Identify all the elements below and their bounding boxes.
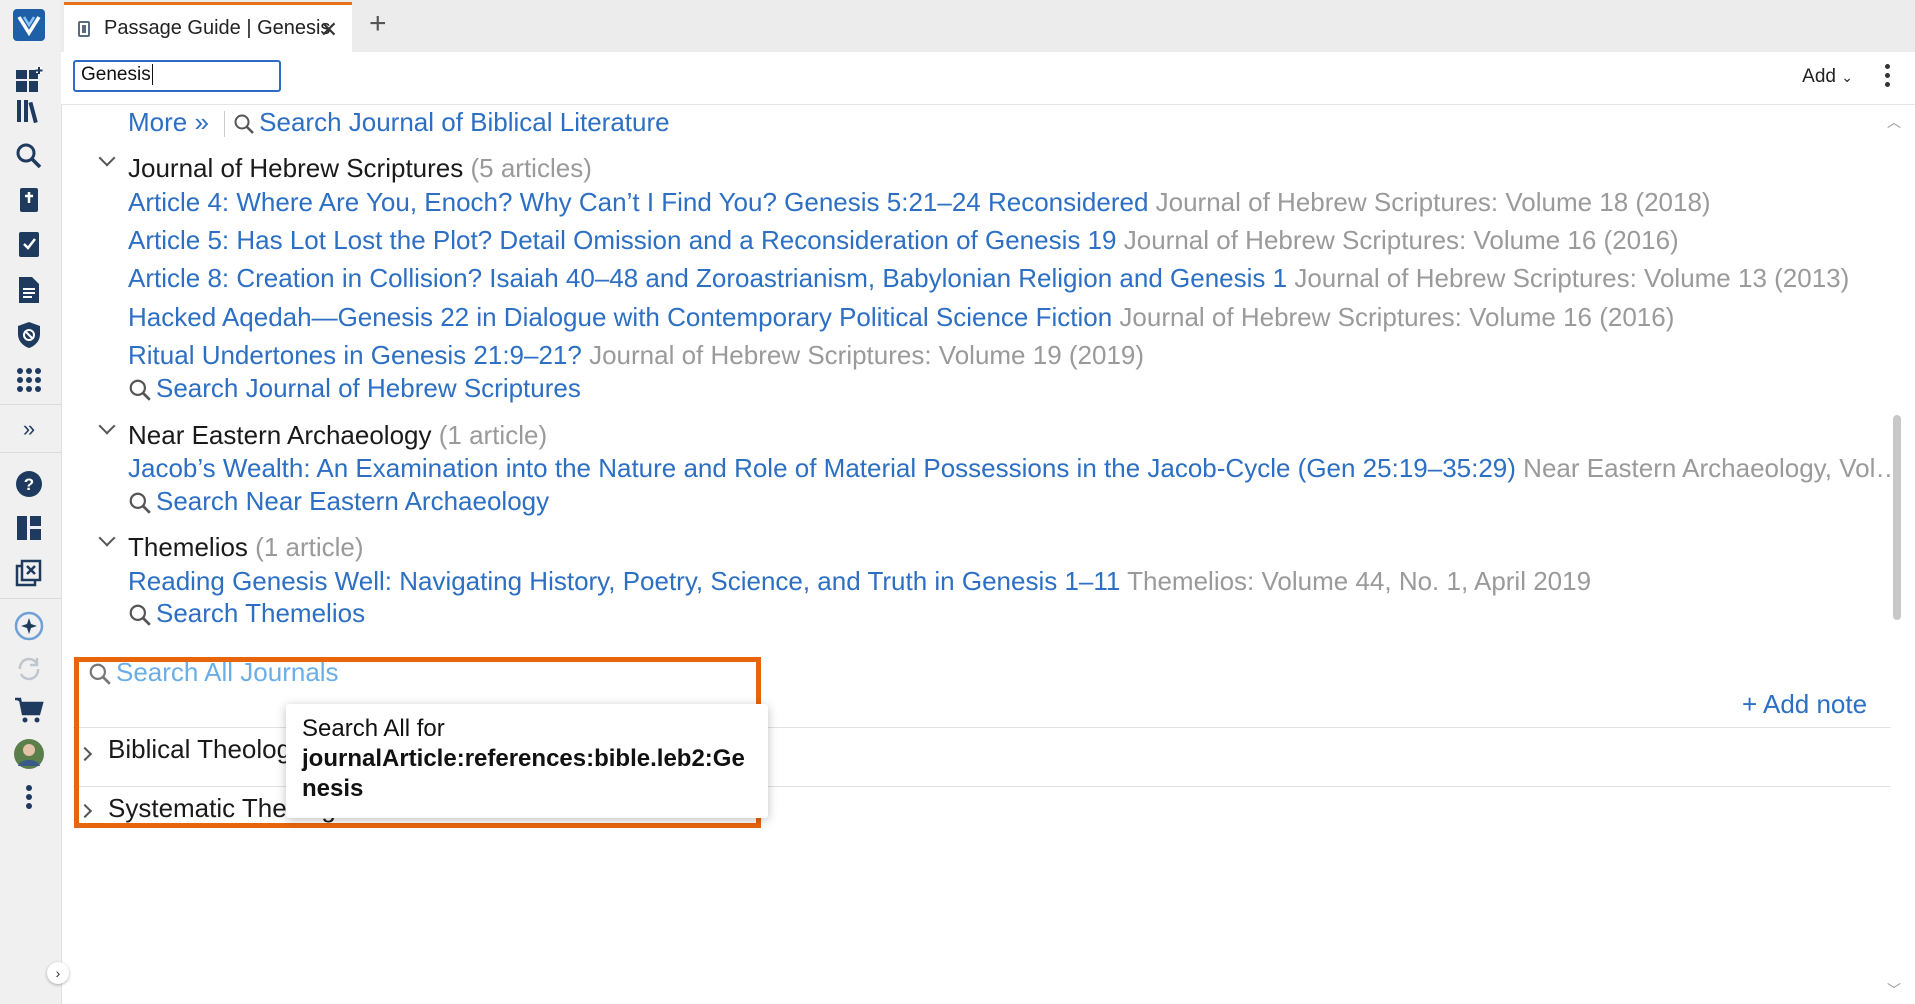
search-jbl-link[interactable]: Search Journal of Biblical Literature	[233, 107, 670, 137]
search-icon	[129, 492, 151, 514]
scroll-down-icon[interactable]: ﹀	[1887, 980, 1901, 1000]
document-icon	[78, 20, 90, 37]
divider	[224, 111, 226, 138]
scrollbar-thumb[interactable]	[1893, 415, 1901, 620]
article-count: (1 article)	[438, 420, 548, 450]
article-source: Journal of Hebrew Scriptures: Volume 19 …	[589, 340, 1145, 370]
dashboard-icon[interactable]	[12, 64, 46, 98]
add-label: Add	[1802, 66, 1836, 87]
tab-title: Passage Guide | Genesis	[104, 17, 331, 39]
article-source: Near Eastern Archaeology, Vol…	[1523, 453, 1902, 483]
journal-heading-jhs: Journal of Hebrew Scriptures (5 articles…	[128, 153, 592, 184]
apps-grid-icon[interactable]	[12, 363, 46, 397]
journal-heading-nea: Near Eastern Archaeology (1 article)	[128, 420, 547, 451]
list-item: Reading Genesis Well: Navigating History…	[128, 566, 1591, 597]
journal-name: Themelios	[128, 532, 248, 562]
article-source: Journal of Hebrew Scriptures: Volume 13 …	[1294, 263, 1850, 293]
tab-passage-guide[interactable]: Passage Guide | Genesis ✕	[64, 2, 352, 52]
expand-rail-icon[interactable]: »	[12, 412, 46, 446]
list-item: Ritual Undertones in Genesis 21:9–21? Jo…	[128, 340, 1144, 371]
journal-name: Journal of Hebrew Scriptures	[128, 153, 464, 183]
search-icon	[129, 604, 151, 626]
add-button[interactable]: Add ⌄	[1802, 66, 1853, 88]
shield-icon[interactable]	[12, 318, 46, 352]
close-panels-icon[interactable]	[12, 556, 46, 590]
text-cursor	[151, 64, 158, 85]
article-link[interactable]: Ritual Undertones in Genesis 21:9–21?	[128, 340, 582, 370]
close-tab-icon[interactable]: ✕	[320, 17, 338, 43]
reading-plan-icon[interactable]	[12, 228, 46, 262]
article-link[interactable]: Article 4: Where Are You, Enoch? Why Can…	[128, 187, 1148, 217]
article-count: (1 article)	[255, 532, 364, 562]
article-link[interactable]: Article 8: Creation in Collision? Isaiah…	[128, 263, 1287, 293]
cart-icon[interactable]	[12, 693, 46, 727]
new-tab-button[interactable]: +	[369, 8, 387, 40]
search-nea-link[interactable]: Search Near Eastern Archaeology	[128, 486, 549, 517]
search-nea-label: Search Near Eastern Archaeology	[156, 486, 550, 516]
chevron-down-icon: ⌄	[1841, 69, 1853, 85]
left-rail: » ? ›	[0, 0, 69, 1004]
article-link[interactable]: Jacob’s Wealth: An Examination into the …	[128, 453, 1516, 483]
search-icon[interactable]	[12, 139, 46, 173]
collapse-chevron-icon[interactable]	[98, 149, 116, 167]
tooltip-prefix: Search All for	[302, 715, 445, 742]
collapse-chevron-icon[interactable]	[98, 417, 116, 435]
sync-icon[interactable]	[12, 652, 46, 686]
documents-icon[interactable]	[12, 273, 46, 307]
ai-sparkle-icon[interactable]	[12, 609, 46, 643]
scroll-up-icon[interactable]: ︿	[1887, 112, 1901, 132]
svg-text:?: ?	[24, 475, 34, 494]
more-link[interactable]: More »	[128, 107, 209, 137]
search-themelios-label: Search Themelios	[156, 598, 366, 628]
article-source: Themelios: Volume 44, No. 1, April 2019	[1127, 566, 1592, 596]
journal-heading-themelios: Themelios (1 article)	[128, 532, 364, 563]
toolbar: Genesis Add ⌄	[61, 52, 1915, 105]
article-source: Journal of Hebrew Scriptures: Volume 18 …	[1155, 187, 1711, 217]
article-source: Journal of Hebrew Scriptures: Volume 16 …	[1123, 225, 1679, 255]
collapse-chevron-icon[interactable]	[98, 529, 116, 547]
search-tooltip: Search All for journalArticle:references…	[286, 704, 768, 818]
more-options-icon[interactable]	[12, 780, 46, 814]
reference-input[interactable]: Genesis	[73, 60, 281, 92]
logos-logo-icon[interactable]	[12, 8, 46, 42]
search-jhs-label: Search Journal of Hebrew Scriptures	[156, 373, 581, 403]
article-link[interactable]: Reading Genesis Well: Navigating History…	[128, 566, 1120, 596]
list-item: Hacked Aqedah—Genesis 22 in Dialogue wit…	[128, 302, 1674, 333]
add-note-button[interactable]: + Add note	[1742, 689, 1867, 720]
list-item: Article 5: Has Lot Lost the Plot? Detail…	[128, 225, 1679, 256]
list-item: Article 4: Where Are You, Enoch? Why Can…	[128, 187, 1711, 218]
panel-menu-icon[interactable]	[1885, 64, 1891, 91]
search-themelios-link[interactable]: Search Themelios	[128, 598, 365, 629]
reference-value: Genesis	[81, 64, 151, 85]
list-item: Article 8: Creation in Collision? Isaiah…	[128, 263, 1849, 294]
article-link[interactable]: Hacked Aqedah—Genesis 22 in Dialogue wit…	[128, 302, 1112, 332]
help-icon[interactable]: ?	[12, 467, 46, 501]
layouts-icon[interactable]	[12, 511, 46, 545]
tab-bar: Passage Guide | Genesis ✕ +	[61, 0, 1915, 52]
library-icon[interactable]	[12, 94, 46, 128]
article-count: (5 articles)	[470, 153, 592, 183]
avatar[interactable]	[12, 737, 46, 771]
passage-guide-content: More » Search Journal of Biblical Litera…	[61, 105, 1901, 1004]
journal-name: Near Eastern Archaeology	[128, 420, 432, 450]
search-icon	[129, 379, 151, 401]
article-link[interactable]: Article 5: Has Lot Lost the Plot? Detail…	[128, 225, 1117, 255]
tooltip-query: journalArticle:references:bible.leb2:Gen…	[302, 745, 745, 802]
search-jbl-label: Search Journal of Biblical Literature	[259, 107, 670, 137]
search-jhs-link[interactable]: Search Journal of Hebrew Scriptures	[128, 373, 581, 404]
search-icon	[234, 114, 255, 135]
bible-icon[interactable]	[12, 184, 46, 218]
article-source: Journal of Hebrew Scriptures: Volume 16 …	[1119, 302, 1675, 332]
list-item: Jacob’s Wealth: An Examination into the …	[128, 453, 1901, 484]
